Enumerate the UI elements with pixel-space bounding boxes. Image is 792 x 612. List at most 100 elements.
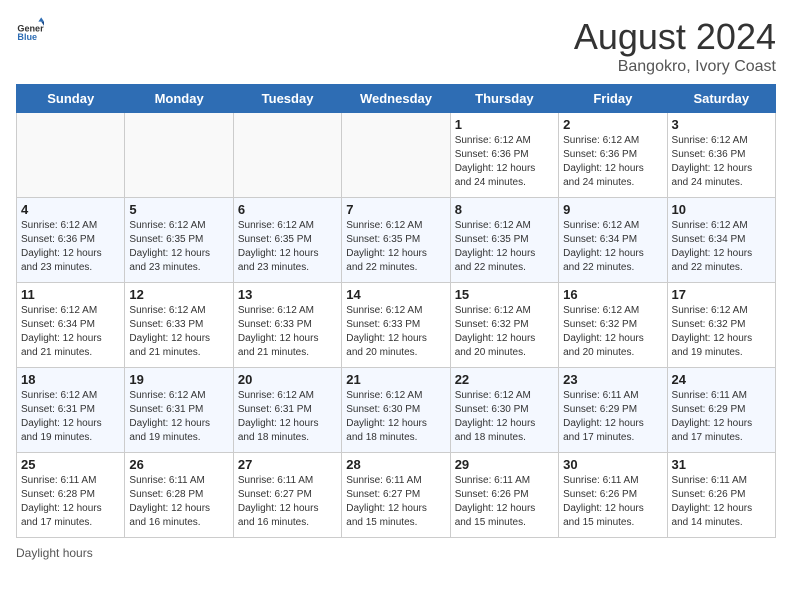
day-number: 24: [672, 372, 771, 387]
calendar-cell: 31Sunrise: 6:11 AM Sunset: 6:26 PM Dayli…: [667, 453, 775, 538]
calendar-cell: 26 Sunrise: 6:11 AM Sunset: 6:28 PM Dayli…: [125, 453, 233, 538]
footer: Daylight hours: [16, 546, 776, 560]
week-row-3: 11 Sunrise: 6:12 AM Sunset: 6:34 PM Dayli…: [17, 283, 776, 368]
day-info: Sunrise: 6:12 AM Sunset: 6:36 PM Dayligh…: [672, 134, 771, 190]
day-info: Sunrise: 6:12 AM Sunset: 6:34 PM Dayligh…: [672, 219, 771, 275]
calendar-cell: 27 Sunrise: 6:11 AM Sunset: 6:27 PM Dayli…: [233, 453, 341, 538]
weekday-header-saturday: Saturday: [667, 85, 775, 113]
day-info: Sunrise: 6:12 AM Sunset: 6:31 PM Dayligh…: [238, 389, 337, 445]
day-number: 1: [455, 117, 554, 132]
calendar-cell: 8 Sunrise: 6:12 AM Sunset: 6:35 PM Daylig…: [450, 198, 558, 283]
calendar-cell: 24 Sunrise: 6:11 AM Sunset: 6:29 PM Dayli…: [667, 368, 775, 453]
logo-icon: General Blue: [16, 16, 44, 44]
day-number: 13: [238, 287, 337, 302]
weekday-header-monday: Monday: [125, 85, 233, 113]
day-info: Sunrise: 6:12 AM Sunset: 6:35 PM Dayligh…: [129, 219, 228, 275]
day-info: Sunrise: 6:12 AM Sunset: 6:36 PM Dayligh…: [455, 134, 554, 190]
day-number: 8: [455, 202, 554, 217]
day-info: Sunrise: 6:12 AM Sunset: 6:34 PM Dayligh…: [21, 304, 120, 360]
day-info: Sunrise: 6:12 AM Sunset: 6:32 PM Dayligh…: [455, 304, 554, 360]
day-number: 23: [563, 372, 662, 387]
week-row-2: 4Sunrise: 6:12 AM Sunset: 6:36 PM Daylig…: [17, 198, 776, 283]
calendar-cell: 13 Sunrise: 6:12 AM Sunset: 6:33 PM Dayli…: [233, 283, 341, 368]
day-number: 11: [21, 287, 120, 302]
sub-title: Bangokro, Ivory Coast: [574, 58, 776, 76]
day-number: 2: [563, 117, 662, 132]
calendar-cell: 10 Sunrise: 6:12 AM Sunset: 6:34 PM Dayli…: [667, 198, 775, 283]
calendar-cell: [233, 113, 341, 198]
day-number: 30: [563, 457, 662, 472]
day-info: Sunrise: 6:12 AM Sunset: 6:33 PM Dayligh…: [346, 304, 445, 360]
calendar-cell: 12Sunrise: 6:12 AM Sunset: 6:33 PM Dayli…: [125, 283, 233, 368]
weekday-header-sunday: Sunday: [17, 85, 125, 113]
calendar-cell: 28Sunrise: 6:11 AM Sunset: 6:27 PM Dayli…: [342, 453, 450, 538]
calendar-cell: 17 Sunrise: 6:12 AM Sunset: 6:32 PM Dayli…: [667, 283, 775, 368]
calendar-cell: 21Sunrise: 6:12 AM Sunset: 6:30 PM Dayli…: [342, 368, 450, 453]
day-number: 19: [129, 372, 228, 387]
day-number: 3: [672, 117, 771, 132]
day-number: 20: [238, 372, 337, 387]
day-info: Sunrise: 6:12 AM Sunset: 6:36 PM Dayligh…: [563, 134, 662, 190]
day-number: 22: [455, 372, 554, 387]
day-info: Sunrise: 6:12 AM Sunset: 6:33 PM Dayligh…: [129, 304, 228, 360]
day-info: Sunrise: 6:11 AM Sunset: 6:29 PM Dayligh…: [563, 389, 662, 445]
weekday-header-wednesday: Wednesday: [342, 85, 450, 113]
calendar-cell: [342, 113, 450, 198]
day-number: 17: [672, 287, 771, 302]
day-info: Sunrise: 6:12 AM Sunset: 6:35 PM Dayligh…: [238, 219, 337, 275]
day-number: 16: [563, 287, 662, 302]
calendar-cell: 14Sunrise: 6:12 AM Sunset: 6:33 PM Dayli…: [342, 283, 450, 368]
calendar-table: SundayMondayTuesdayWednesdayThursdayFrid…: [16, 84, 776, 538]
calendar-cell: 9 Sunrise: 6:12 AM Sunset: 6:34 PM Daylig…: [559, 198, 667, 283]
calendar-cell: [17, 113, 125, 198]
calendar-cell: 19 Sunrise: 6:12 AM Sunset: 6:31 PM Dayli…: [125, 368, 233, 453]
calendar-cell: 18Sunrise: 6:12 AM Sunset: 6:31 PM Dayli…: [17, 368, 125, 453]
day-number: 4: [21, 202, 120, 217]
day-info: Sunrise: 6:12 AM Sunset: 6:32 PM Dayligh…: [563, 304, 662, 360]
day-info: Sunrise: 6:11 AM Sunset: 6:26 PM Dayligh…: [672, 474, 771, 530]
calendar-cell: 7 Sunrise: 6:12 AM Sunset: 6:35 PM Daylig…: [342, 198, 450, 283]
calendar-cell: 16 Sunrise: 6:12 AM Sunset: 6:32 PM Dayli…: [559, 283, 667, 368]
calendar-cell: 11 Sunrise: 6:12 AM Sunset: 6:34 PM Dayli…: [17, 283, 125, 368]
day-info: Sunrise: 6:12 AM Sunset: 6:35 PM Dayligh…: [346, 219, 445, 275]
day-info: Sunrise: 6:11 AM Sunset: 6:27 PM Dayligh…: [346, 474, 445, 530]
calendar-cell: 2 Sunrise: 6:12 AM Sunset: 6:36 PM Daylig…: [559, 113, 667, 198]
day-number: 9: [563, 202, 662, 217]
day-info: Sunrise: 6:12 AM Sunset: 6:32 PM Dayligh…: [672, 304, 771, 360]
day-info: Sunrise: 6:11 AM Sunset: 6:26 PM Dayligh…: [563, 474, 662, 530]
day-number: 18: [21, 372, 120, 387]
title-area: August 2024 Bangokro, Ivory Coast: [574, 16, 776, 76]
calendar-cell: 15Sunrise: 6:12 AM Sunset: 6:32 PM Dayli…: [450, 283, 558, 368]
calendar-cell: 22Sunrise: 6:12 AM Sunset: 6:30 PM Dayli…: [450, 368, 558, 453]
calendar-cell: 4Sunrise: 6:12 AM Sunset: 6:36 PM Daylig…: [17, 198, 125, 283]
day-info: Sunrise: 6:11 AM Sunset: 6:29 PM Dayligh…: [672, 389, 771, 445]
day-number: 6: [238, 202, 337, 217]
calendar-cell: 1 Sunrise: 6:12 AM Sunset: 6:36 PM Daylig…: [450, 113, 558, 198]
day-info: Sunrise: 6:12 AM Sunset: 6:34 PM Dayligh…: [563, 219, 662, 275]
day-number: 10: [672, 202, 771, 217]
day-number: 29: [455, 457, 554, 472]
week-row-4: 18 Sunrise: 6:12 AM Sunset: 6:31 PM Dayli…: [17, 368, 776, 453]
day-info: Sunrise: 6:12 AM Sunset: 6:31 PM Dayligh…: [129, 389, 228, 445]
calendar-cell: 3 Sunrise: 6:12 AM Sunset: 6:36 PM Daylig…: [667, 113, 775, 198]
calendar-cell: 20 Sunrise: 6:12 AM Sunset: 6:31 PM Dayli…: [233, 368, 341, 453]
day-number: 26: [129, 457, 228, 472]
calendar-cell: 25Sunrise: 6:11 AM Sunset: 6:28 PM Dayli…: [17, 453, 125, 538]
day-info: Sunrise: 6:11 AM Sunset: 6:28 PM Dayligh…: [129, 474, 228, 530]
day-info: Sunrise: 6:11 AM Sunset: 6:28 PM Dayligh…: [21, 474, 120, 530]
day-number: 7: [346, 202, 445, 217]
day-info: Sunrise: 6:12 AM Sunset: 6:33 PM Dayligh…: [238, 304, 337, 360]
calendar-cell: 6 Sunrise: 6:12 AM Sunset: 6:35 PM Daylig…: [233, 198, 341, 283]
calendar-cell: 5 Sunrise: 6:12 AM Sunset: 6:35 PM Daylig…: [125, 198, 233, 283]
day-number: 27: [238, 457, 337, 472]
day-info: Sunrise: 6:12 AM Sunset: 6:35 PM Dayligh…: [455, 219, 554, 275]
week-row-5: 25Sunrise: 6:11 AM Sunset: 6:28 PM Dayli…: [17, 453, 776, 538]
weekday-header-friday: Friday: [559, 85, 667, 113]
week-row-1: 1 Sunrise: 6:12 AM Sunset: 6:36 PM Daylig…: [17, 113, 776, 198]
day-number: 21: [346, 372, 445, 387]
day-number: 5: [129, 202, 228, 217]
day-info: Sunrise: 6:11 AM Sunset: 6:27 PM Dayligh…: [238, 474, 337, 530]
logo: General Blue: [16, 16, 44, 44]
calendar-cell: [125, 113, 233, 198]
header: General Blue August 2024 Bangokro, Ivory…: [16, 16, 776, 76]
